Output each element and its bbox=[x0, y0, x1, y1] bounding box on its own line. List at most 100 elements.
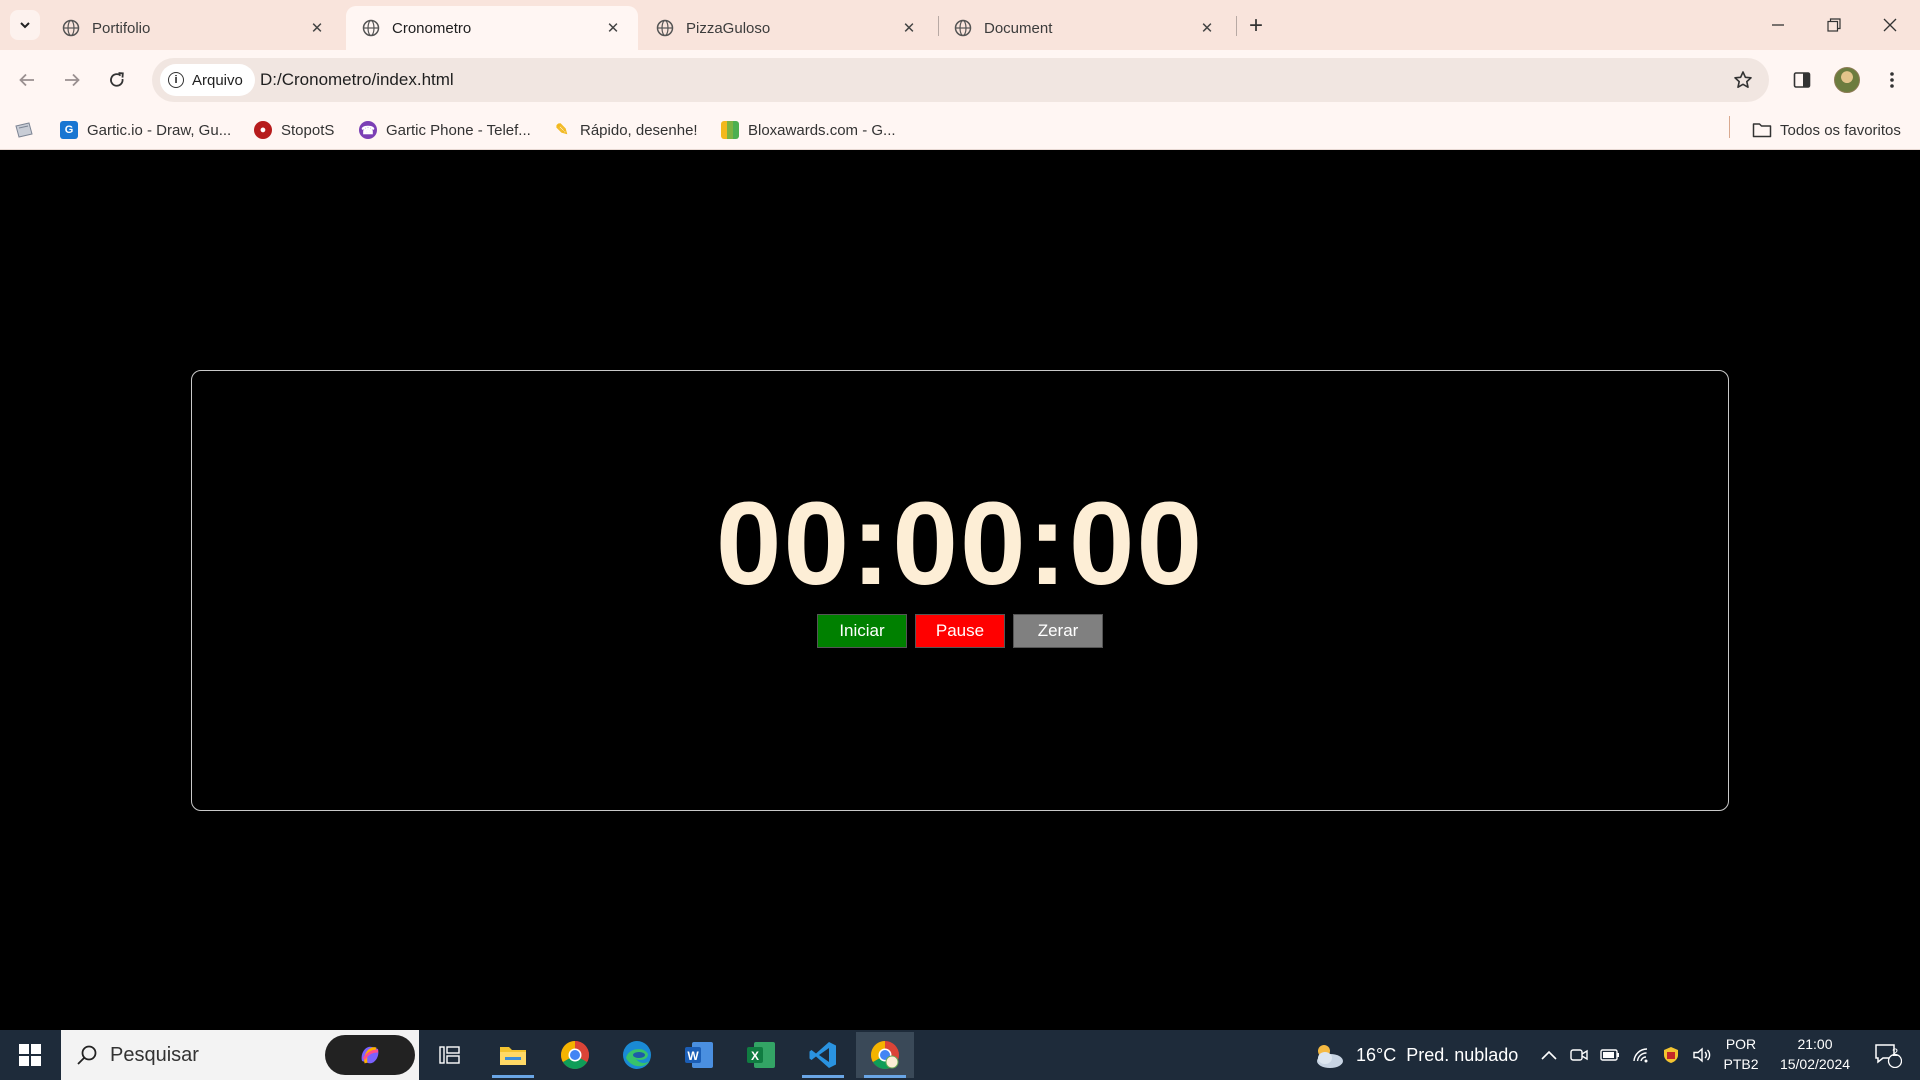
tab-strip: Portifolio ✕ Cronometro ✕ PizzaGuloso ✕ … bbox=[0, 0, 1920, 50]
reload-button[interactable] bbox=[99, 62, 135, 98]
stopwatch-display: 00:00:00 bbox=[715, 478, 1205, 610]
bookmark-stopots[interactable]: ● StopotS bbox=[254, 118, 334, 142]
globe-icon bbox=[954, 19, 972, 37]
taskbar-search[interactable]: Pesquisar bbox=[61, 1030, 419, 1080]
tab-document[interactable]: Document ✕ bbox=[938, 6, 1232, 50]
star-icon bbox=[1734, 71, 1752, 88]
tab-portifolio[interactable]: Portifolio ✕ bbox=[46, 6, 342, 50]
weather-condition: Pred. nublado bbox=[1406, 1044, 1519, 1065]
gartic-phone-icon: ☎ bbox=[359, 121, 377, 139]
restore-button[interactable] bbox=[1806, 8, 1862, 42]
copilot-button[interactable] bbox=[325, 1035, 415, 1075]
clock[interactable]: 21:00 15/02/2024 bbox=[1770, 1034, 1860, 1074]
cloudy-weather-icon bbox=[1317, 1045, 1343, 1068]
chevron-down-icon bbox=[20, 22, 30, 29]
tab-search-button[interactable] bbox=[10, 10, 40, 40]
edge-button[interactable] bbox=[608, 1032, 666, 1078]
menu-button[interactable] bbox=[1874, 62, 1910, 98]
avatar bbox=[1834, 67, 1860, 93]
bookmark-label: Rápido, desenhe! bbox=[580, 121, 698, 139]
tab-cronometro[interactable]: Cronometro ✕ bbox=[346, 6, 638, 50]
vscode-icon bbox=[809, 1042, 836, 1068]
pause-button[interactable]: Pause bbox=[915, 614, 1005, 648]
bookmark-star-button[interactable] bbox=[1729, 66, 1757, 94]
quickdraw-icon: ✎ bbox=[555, 122, 569, 139]
close-tab-icon[interactable]: ✕ bbox=[1196, 17, 1218, 39]
tab-pizzaguloso[interactable]: PizzaGuloso ✕ bbox=[640, 6, 934, 50]
bookmarks-bar: G Gartic.io - Draw, Gu... ● StopotS ☎ Ga… bbox=[0, 110, 1920, 150]
arrow-left-icon bbox=[19, 73, 34, 87]
excel-button[interactable]: X bbox=[732, 1032, 790, 1078]
windows-logo-icon bbox=[19, 1044, 41, 1066]
volume-icon[interactable] bbox=[1692, 1047, 1712, 1063]
all-bookmarks-folder[interactable]: Todos os favoritos bbox=[1752, 118, 1901, 142]
side-panel-button[interactable] bbox=[1784, 62, 1820, 98]
page-content: 00:00:00 Iniciar Pause Zerar bbox=[0, 151, 1920, 1030]
bookmark-gartic[interactable]: G Gartic.io - Draw, Gu... bbox=[60, 118, 231, 142]
bookmark-bloxawards[interactable]: Bloxawards.com - G... bbox=[721, 118, 896, 142]
clock-date: 15/02/2024 bbox=[1779, 1056, 1851, 1072]
bookmark-quickdraw[interactable]: ✎ Rápido, desenhe! bbox=[553, 118, 698, 142]
bookmark-gartic-phone[interactable]: ☎ Gartic Phone - Telef... bbox=[359, 118, 531, 142]
close-tab-icon[interactable]: ✕ bbox=[898, 17, 920, 39]
stopots-icon: ● bbox=[254, 121, 272, 139]
vscode-button[interactable] bbox=[794, 1032, 852, 1078]
task-view-button[interactable] bbox=[421, 1032, 479, 1078]
battery-icon[interactable] bbox=[1600, 1048, 1620, 1062]
apps-icon bbox=[15, 122, 33, 138]
gartic-icon: G bbox=[60, 121, 78, 139]
svg-text:W: W bbox=[687, 1049, 699, 1063]
close-window-button[interactable] bbox=[1862, 8, 1918, 42]
reset-button[interactable]: Zerar bbox=[1013, 614, 1103, 648]
edge-icon bbox=[623, 1041, 651, 1069]
file-explorer-button[interactable] bbox=[484, 1032, 542, 1078]
back-button[interactable] bbox=[9, 62, 45, 98]
language-indicator[interactable]: POR PTB2 bbox=[1716, 1034, 1766, 1074]
close-icon bbox=[1883, 18, 1897, 32]
url-text[interactable]: D:/Cronometro/index.html bbox=[260, 70, 454, 90]
running-indicator bbox=[864, 1075, 906, 1078]
chevron-up-icon[interactable] bbox=[1540, 1049, 1558, 1061]
meet-camera-icon[interactable] bbox=[1570, 1047, 1588, 1063]
search-icon bbox=[77, 1045, 97, 1065]
svg-text:X: X bbox=[751, 1049, 759, 1063]
notifications-button[interactable]: 2 bbox=[1868, 1030, 1908, 1080]
task-view-icon bbox=[439, 1046, 460, 1064]
windows-taskbar: Pesquisar W X 16°C Pred. nublado POR PTB… bbox=[0, 1030, 1920, 1080]
word-button[interactable]: W bbox=[670, 1032, 728, 1078]
keyboard-layout: PTB2 bbox=[1723, 1056, 1759, 1072]
arrow-right-icon bbox=[65, 73, 80, 87]
weather-widget[interactable]: 16°C Pred. nublado bbox=[1310, 1030, 1518, 1080]
address-bar[interactable]: i Arquivo D:/Cronometro/index.html bbox=[152, 58, 1769, 102]
minimize-button[interactable] bbox=[1750, 8, 1806, 42]
apps-shortcut[interactable] bbox=[14, 118, 34, 142]
chrome-active-button[interactable] bbox=[856, 1032, 914, 1078]
wifi-icon[interactable] bbox=[1632, 1047, 1650, 1063]
profile-button[interactable] bbox=[1829, 62, 1865, 98]
chrome-button[interactable] bbox=[546, 1032, 604, 1078]
minimize-icon bbox=[1772, 24, 1784, 26]
weather-temp: 16°C bbox=[1356, 1044, 1397, 1065]
bookmark-label: Gartic Phone - Telef... bbox=[386, 121, 531, 139]
side-panel-icon bbox=[1793, 72, 1811, 88]
stopwatch-controls: Iniciar Pause Zerar bbox=[192, 614, 1728, 648]
excel-icon: X bbox=[747, 1042, 775, 1068]
site-info-chip[interactable]: i Arquivo bbox=[160, 64, 255, 96]
security-shield-icon[interactable] bbox=[1662, 1046, 1680, 1064]
tab-title: Cronometro bbox=[392, 19, 472, 37]
start-button[interactable]: Iniciar bbox=[817, 614, 907, 648]
folder-icon bbox=[1752, 123, 1772, 138]
close-tab-icon[interactable]: ✕ bbox=[306, 17, 328, 39]
running-indicator bbox=[492, 1075, 534, 1078]
new-tab-button[interactable]: + bbox=[1242, 12, 1270, 40]
running-indicator bbox=[802, 1075, 844, 1078]
close-tab-icon[interactable]: ✕ bbox=[602, 17, 624, 39]
word-icon: W bbox=[685, 1042, 713, 1068]
start-button[interactable] bbox=[10, 1040, 50, 1070]
search-placeholder: Pesquisar bbox=[110, 1044, 199, 1066]
forward-button[interactable] bbox=[54, 62, 90, 98]
globe-icon bbox=[362, 19, 380, 37]
tab-title: Document bbox=[984, 19, 1053, 37]
globe-icon bbox=[62, 19, 80, 37]
stopwatch-container: 00:00:00 Iniciar Pause Zerar bbox=[191, 370, 1729, 811]
